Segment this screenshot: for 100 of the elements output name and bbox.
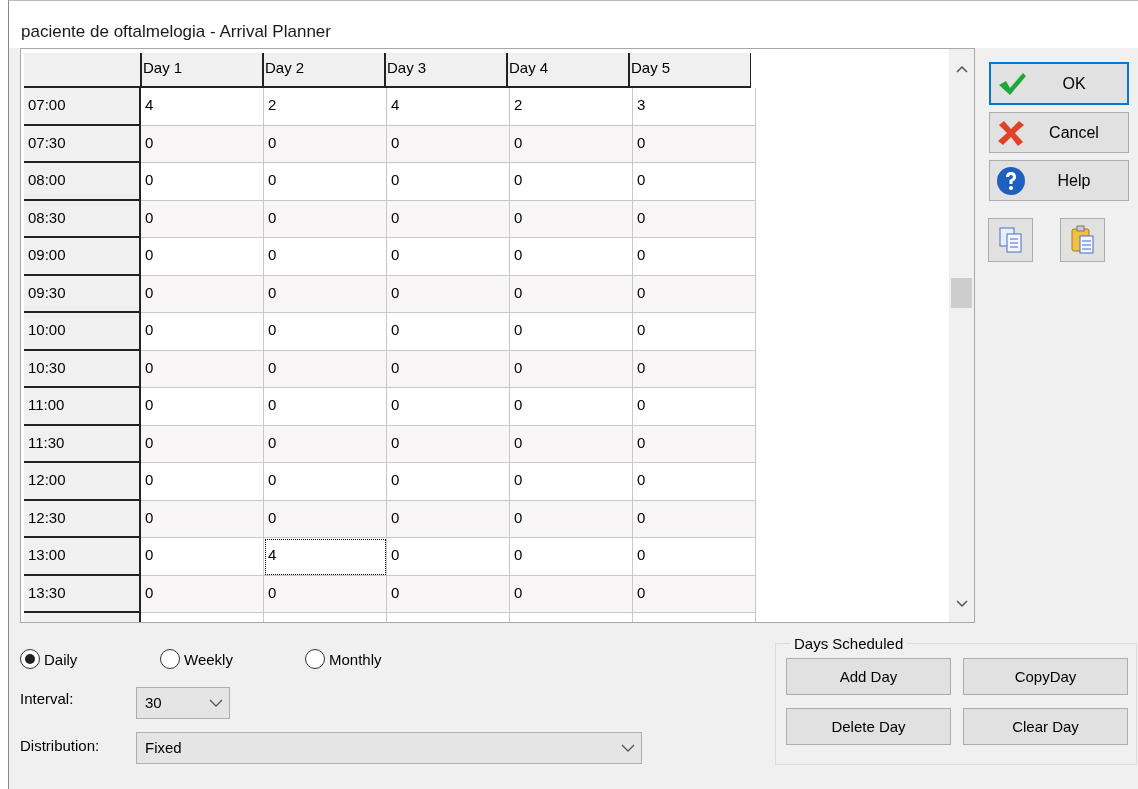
table-cell[interactable]: 0 [510,500,633,538]
row-header: 11:00 [24,388,141,426]
row-header: 13:00 [24,538,141,576]
cancel-button[interactable]: Cancel [989,112,1129,153]
table-cell[interactable]: 0 [633,350,756,388]
table-cell[interactable]: 0 [510,538,633,576]
table-cell[interactable]: 0 [387,350,510,388]
radio-option[interactable]: Weekly [160,643,305,675]
table-cell[interactable]: 0 [264,275,387,313]
table-cell[interactable]: 0 [387,313,510,351]
radio-label: Weekly [184,650,233,668]
table-cell[interactable]: 0 [633,125,756,163]
table-cell[interactable]: 2 [510,88,633,126]
table-cell[interactable]: 0 [264,125,387,163]
table-cell[interactable]: 0 [387,238,510,276]
table-cell[interactable]: 0 [141,200,264,238]
table-cell[interactable]: 0 [264,350,387,388]
table-cell[interactable]: 0 [141,163,264,201]
interval-dropdown[interactable]: 30 [136,686,230,719]
table-cell[interactable]: 0 [264,200,387,238]
table-cell[interactable]: 0 [510,388,633,426]
radio-button[interactable] [305,649,325,669]
table-cell[interactable]: 0 [387,538,510,576]
day-button[interactable]: Add Day [786,658,951,695]
table-cell[interactable]: 4 [264,538,387,576]
table-cell[interactable]: 0 [510,125,633,163]
radio-option[interactable]: Monthly [305,643,445,675]
radio-option[interactable]: Daily [20,643,160,675]
row-header: 12:30 [24,500,141,538]
table-cell[interactable]: 0 [510,575,633,613]
table-cell[interactable]: 0 [633,388,756,426]
table-cell[interactable]: 0 [387,200,510,238]
table-cell[interactable]: 0 [633,200,756,238]
table-cell[interactable]: 0 [141,538,264,576]
row-header: 08:00 [24,163,141,201]
table-cell[interactable]: 0 [387,388,510,426]
scroll-down-icon[interactable] [955,600,968,608]
table-cell[interactable]: 0 [510,463,633,501]
table-cell[interactable]: 0 [510,163,633,201]
table-cell[interactable]: 0 [633,538,756,576]
table-cell[interactable]: 4 [387,88,510,126]
row-header: 07:30 [24,125,141,163]
copy-button[interactable] [988,218,1033,262]
table-cell[interactable]: 0 [264,313,387,351]
table-cell[interactable]: 0 [387,463,510,501]
column-header: Day 5 [628,53,751,88]
scrollbar-thumb[interactable] [951,278,972,308]
table-cell[interactable]: 0 [510,238,633,276]
table-cell[interactable]: 0 [387,163,510,201]
table-cell[interactable]: 3 [633,88,756,126]
table-cell[interactable]: 0 [387,425,510,463]
table-cell[interactable]: 0 [141,388,264,426]
table-cell[interactable]: 2 [264,88,387,126]
table-cell[interactable]: 0 [387,575,510,613]
help-button[interactable]: Help [989,160,1129,201]
day-button[interactable]: CopyDay [963,658,1128,695]
table-cell[interactable]: 0 [264,163,387,201]
radio-button[interactable] [160,649,180,669]
table-cell[interactable]: 0 [510,275,633,313]
scroll-up-icon[interactable] [955,65,968,73]
radio-button[interactable] [20,649,40,669]
table-cell[interactable]: 0 [633,275,756,313]
table-cell[interactable]: 0 [141,425,264,463]
table-cell[interactable]: 0 [264,425,387,463]
table-cell[interactable]: 0 [633,313,756,351]
table-cell[interactable]: 0 [387,500,510,538]
field-label: Interval: [20,690,75,707]
table-cell[interactable]: 0 [141,575,264,613]
table-cell[interactable]: 0 [141,500,264,538]
field-label: Distribution: [20,737,101,754]
table-cell[interactable]: 4 [141,88,264,126]
table-cell[interactable]: 0 [141,125,264,163]
table-cell[interactable]: 0 [264,238,387,276]
table-cell[interactable]: 0 [141,463,264,501]
table-cell[interactable]: 0 [633,500,756,538]
table-cell[interactable]: 0 [633,463,756,501]
table-cell[interactable]: 0 [633,425,756,463]
group-title: Days Scheduled [793,635,905,652]
table-cell[interactable]: 0 [264,575,387,613]
distribution-dropdown[interactable]: Fixed [136,731,642,764]
table-cell[interactable]: 0 [510,200,633,238]
table-cell[interactable]: 0 [387,275,510,313]
table-cell[interactable]: 0 [510,425,633,463]
table-cell[interactable]: 0 [387,125,510,163]
table-cell[interactable]: 0 [264,463,387,501]
table-cell[interactable]: 0 [264,500,387,538]
day-button[interactable]: Delete Day [786,708,951,745]
table-cell[interactable]: 0 [633,238,756,276]
table-cell[interactable]: 0 [264,388,387,426]
table-cell[interactable]: 0 [633,163,756,201]
table-cell[interactable]: 0 [633,575,756,613]
table-cell[interactable]: 0 [141,238,264,276]
paste-button[interactable] [1060,218,1105,262]
ok-button[interactable]: OK [989,62,1129,105]
table-cell[interactable]: 0 [141,350,264,388]
table-cell[interactable]: 0 [141,313,264,351]
table-cell[interactable]: 0 [141,275,264,313]
table-cell[interactable]: 0 [510,350,633,388]
day-button[interactable]: Clear Day [963,708,1128,745]
table-cell[interactable]: 0 [510,313,633,351]
